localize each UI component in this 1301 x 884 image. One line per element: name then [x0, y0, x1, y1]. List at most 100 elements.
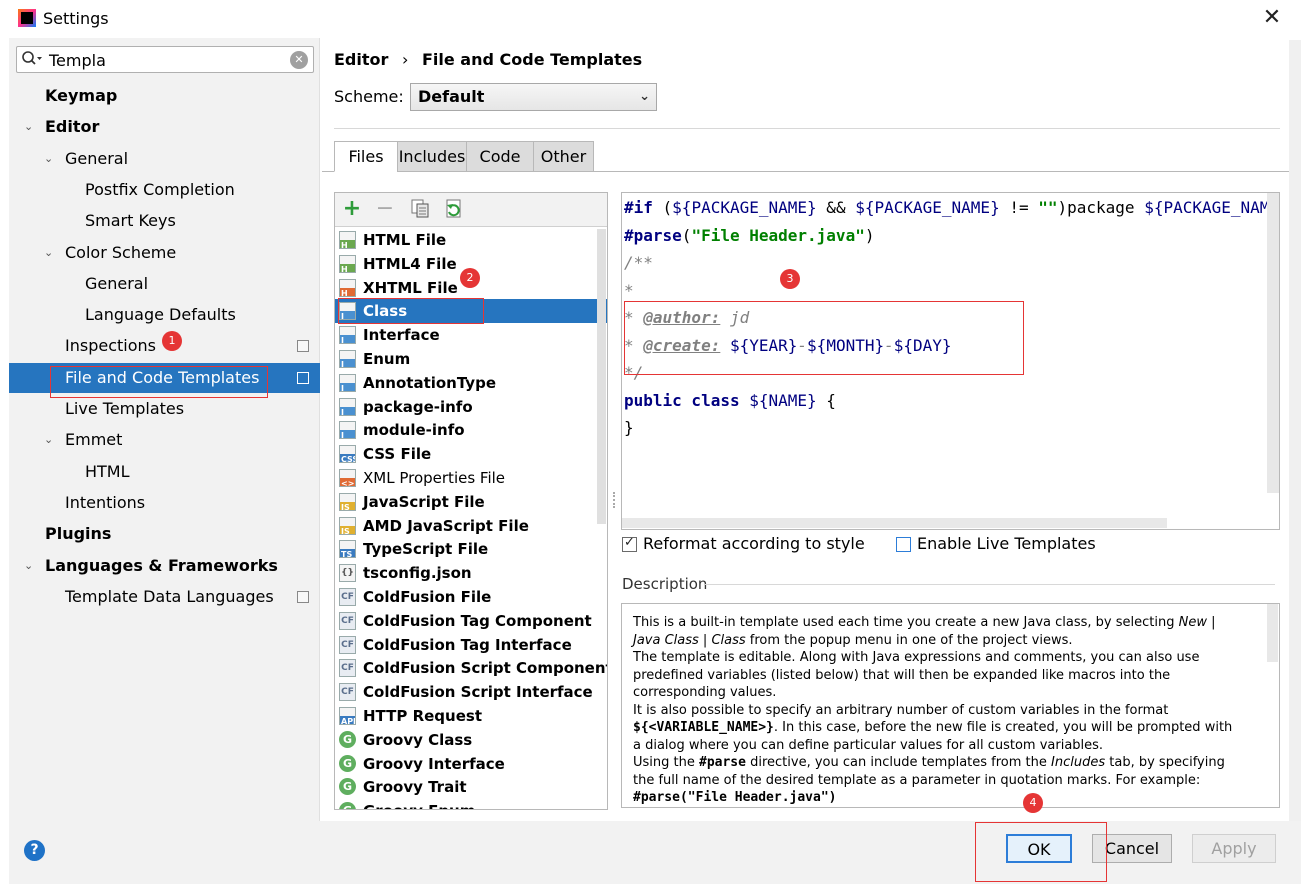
code-line: #parse("File Header.java")	[624, 223, 874, 249]
code-line: public class ${NAME} {	[624, 388, 836, 414]
file-template-label: Groovy Enum	[363, 799, 475, 809]
file-template-item[interactable]: CF ColdFusion File	[335, 585, 607, 609]
chevron-down-icon[interactable]: ⌄	[44, 425, 53, 455]
file-template-item[interactable]: J Interface	[335, 323, 607, 347]
code-line: /**	[624, 253, 653, 272]
sidebar-item[interactable]: Intentions	[9, 488, 320, 518]
sidebar-item[interactable]: Language Defaults	[9, 300, 320, 330]
file-template-label: ColdFusion Script Component	[363, 659, 608, 678]
file-template-item[interactable]: CF ColdFusion Tag Interface	[335, 633, 607, 657]
file-template-item[interactable]: Jpackage-info	[335, 395, 607, 419]
sidebar-item-label: HTML	[85, 461, 130, 481]
sidebar-item[interactable]: Live Templates	[9, 394, 320, 424]
splitter-handle[interactable]	[613, 492, 621, 508]
code-token: {	[816, 391, 836, 410]
file-template-label: Enum	[363, 350, 411, 368]
tab-other[interactable]: Other	[533, 141, 594, 172]
file-template-item[interactable]: API HTTP Request	[335, 704, 607, 728]
sidebar-item[interactable]: Template Data Languages	[9, 582, 320, 612]
enable-live-templates-checkbox[interactable]	[896, 537, 911, 552]
description-scrollbar[interactable]	[1267, 604, 1278, 662]
intellij-logo-icon	[18, 9, 36, 27]
sidebar-item[interactable]: ⌄ Color Scheme	[9, 238, 320, 268]
sidebar-item[interactable]: General	[9, 269, 320, 299]
file-template-label: module-info	[363, 421, 465, 440]
file-type-icon: CF	[339, 611, 356, 630]
clear-search-icon[interactable]: ✕	[290, 51, 308, 69]
apply-button[interactable]: Apply	[1192, 834, 1276, 863]
file-template-item[interactable]: G Groovy Interface	[335, 752, 607, 776]
file-template-item[interactable]: Jmodule-info	[335, 418, 607, 442]
file-type-icon: CF	[339, 635, 356, 654]
editor-horizontal-scrollbar[interactable]	[622, 518, 1167, 528]
desc-text: Includes	[1051, 755, 1106, 770]
file-type-icon: CF	[339, 588, 356, 606]
sidebar-item[interactable]: ⌄ General	[9, 144, 320, 174]
file-template-item[interactable]: G Groovy Class	[335, 728, 607, 752]
chevron-down-icon[interactable]: ⌄	[24, 112, 33, 142]
editor-vertical-scrollbar[interactable]	[1267, 193, 1279, 493]
tab-files[interactable]: Files	[334, 141, 398, 172]
copy-icon[interactable]	[409, 198, 431, 220]
sidebar-item[interactable]: ⌄ Emmet	[9, 425, 320, 455]
sidebar-item[interactable]: Plugins	[9, 519, 320, 549]
file-template-item[interactable]: JS JavaScript File	[335, 490, 607, 514]
scheme-select[interactable]: Default ⌄	[410, 83, 657, 111]
reformat-checkbox[interactable]	[622, 535, 637, 552]
file-template-item[interactable]: CF ColdFusion Script Interface	[335, 680, 607, 704]
sidebar-item[interactable]: Smart Keys	[9, 206, 320, 236]
file-template-item[interactable]: CSS CSS File	[335, 442, 607, 466]
description-paragraph: This is a built-in template used each ti…	[633, 614, 1235, 649]
description-paragraph: It is also possible to specify an arbitr…	[633, 702, 1235, 755]
sidebar-item[interactable]: Keymap	[9, 81, 320, 111]
code-token: (	[652, 198, 673, 217]
sidebar-item[interactable]: ⌄ Editor	[9, 112, 320, 142]
close-icon[interactable]: ✕	[1258, 4, 1286, 32]
file-template-item[interactable]: G Groovy Enum	[335, 799, 607, 809]
tab-code[interactable]: Code	[466, 141, 534, 172]
file-template-item[interactable]: {} tsconfig.json	[335, 561, 607, 585]
file-type-icon: J	[339, 373, 356, 392]
tab-includes[interactable]: Includes	[397, 141, 467, 172]
file-template-item[interactable]: J AnnotationType	[335, 371, 607, 395]
sidebar-item-label: Postfix Completion	[85, 179, 235, 199]
chevron-down-icon[interactable]: ⌄	[44, 144, 53, 174]
description-paragraph: The template is editable. Along with Jav…	[633, 650, 1200, 700]
file-template-label: ColdFusion File	[363, 588, 492, 606]
breadcrumb-current: File and Code Templates	[421, 50, 643, 69]
reset-icon[interactable]	[442, 198, 464, 220]
code-token: )	[864, 226, 875, 245]
sidebar-item[interactable]: ⌄ Languages & Frameworks	[9, 551, 320, 581]
file-template-item[interactable]: H HTML File	[335, 228, 607, 252]
file-template-label: Groovy Trait	[363, 778, 467, 797]
file-type-icon: CF	[339, 683, 356, 702]
chevron-down-icon[interactable]: ⌄	[24, 551, 33, 581]
list-scrollbar[interactable]	[597, 229, 606, 524]
file-template-item[interactable]: CF ColdFusion Script Component	[335, 656, 607, 680]
scheme-label: Scheme:	[334, 87, 404, 106]
desc-text: ${<VARIABLE_NAME>}	[633, 720, 774, 735]
file-template-item[interactable]: J Enum	[335, 347, 607, 371]
chevron-down-icon[interactable]: ⌄	[44, 238, 53, 268]
sidebar-item[interactable]: Postfix Completion	[9, 175, 320, 205]
description-divider	[705, 584, 1275, 585]
title-bar: Settings ✕	[0, 0, 1301, 38]
file-template-label: HTML File	[363, 231, 447, 249]
search-input[interactable]: Templa ✕	[16, 46, 314, 73]
search-icon[interactable]	[21, 50, 45, 70]
reformat-label[interactable]: Reformat according to style	[643, 534, 865, 553]
file-template-item[interactable]: G Groovy Trait	[335, 775, 607, 799]
sidebar-item[interactable]: HTML	[9, 457, 320, 487]
file-template-item[interactable]: <> XML Properties File	[335, 466, 607, 490]
enable-live-templates-label[interactable]: Enable Live Templates	[917, 534, 1096, 553]
file-template-item[interactable]: TS TypeScript File	[335, 537, 607, 561]
sidebar-item-label: Editor	[45, 117, 100, 137]
description-label: Description	[622, 575, 708, 593]
file-template-item[interactable]: JS AMD JavaScript File	[335, 514, 607, 538]
file-template-item[interactable]: CF ColdFusion Tag Component	[335, 609, 607, 633]
remove-icon[interactable]: −	[374, 198, 396, 220]
add-icon[interactable]: +	[341, 198, 363, 220]
file-template-label: AMD JavaScript File	[363, 516, 529, 535]
sidebar-item-label: Intentions	[65, 492, 146, 512]
help-icon[interactable]: ?	[24, 840, 45, 861]
